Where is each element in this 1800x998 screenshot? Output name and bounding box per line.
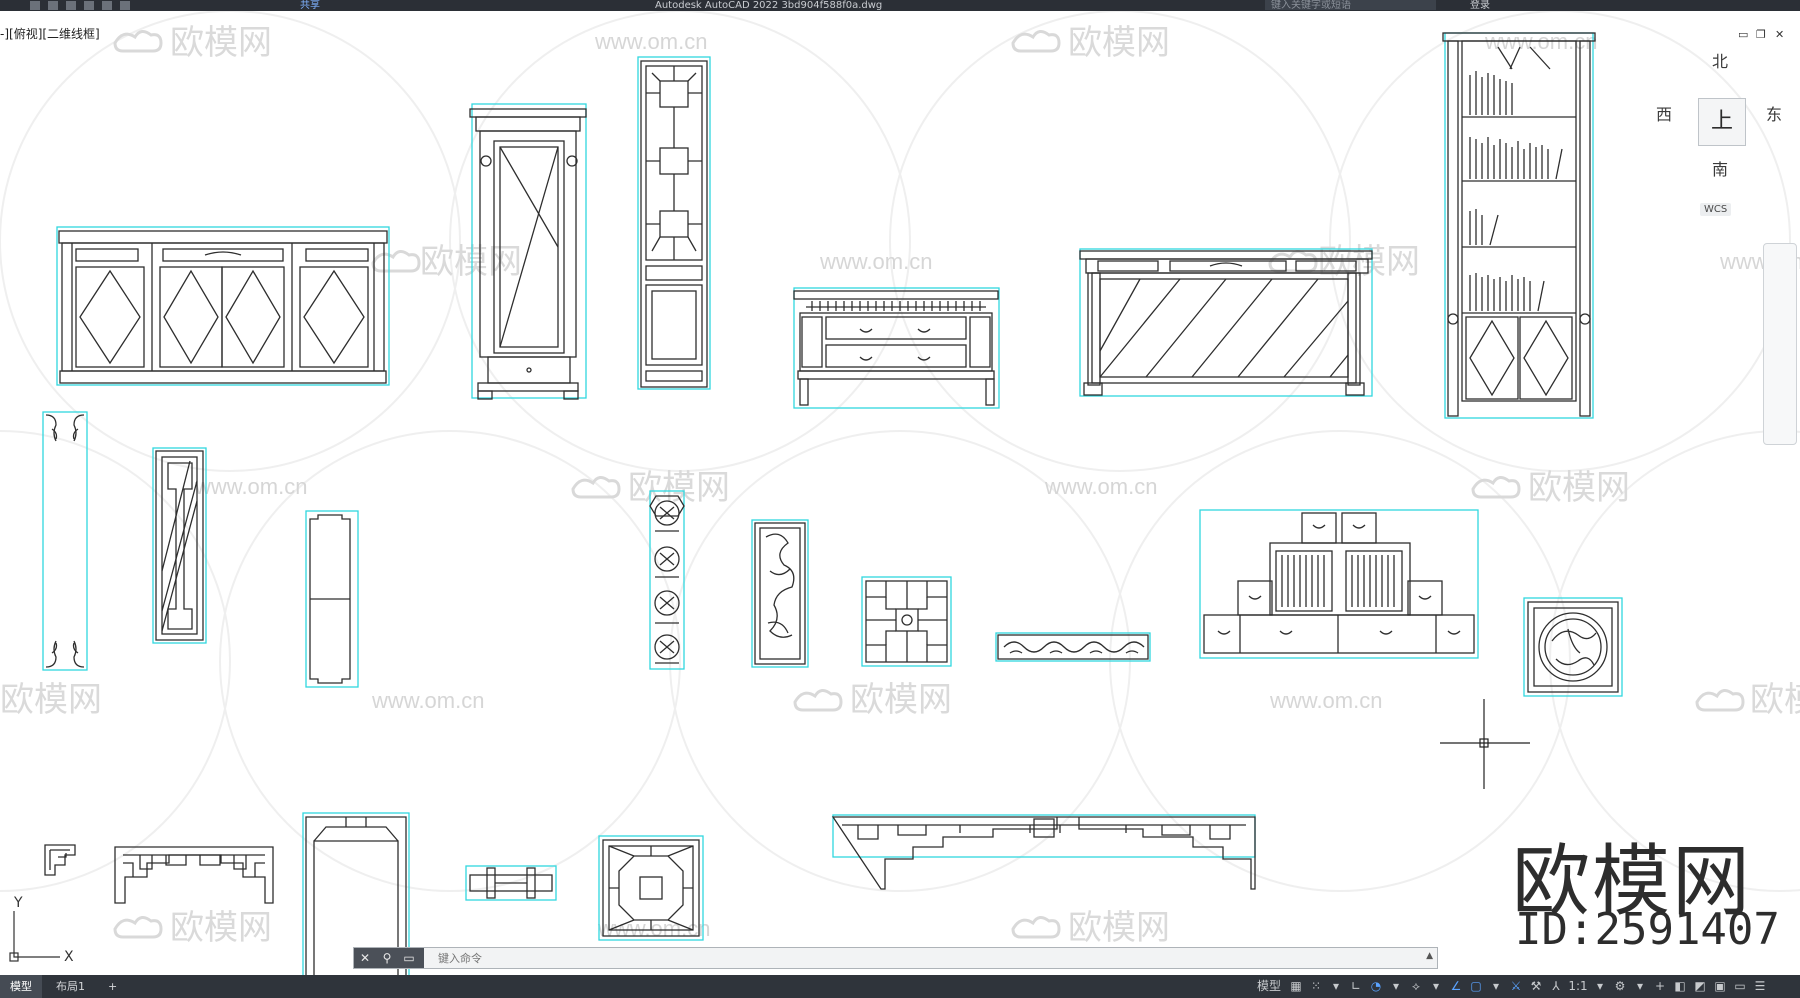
command-line[interactable]: ✕⚲▭ ▲ — [353, 947, 1438, 969]
menu-icon[interactable]: ☰ — [1750, 975, 1770, 998]
viewcube-top-face[interactable]: 上 — [1698, 98, 1746, 146]
viewcube-south[interactable]: 南 — [1712, 156, 1728, 180]
cad-narrow-panel[interactable] — [42, 411, 88, 671]
recent-commands-icon[interactable]: ▭ — [398, 948, 420, 968]
command-line-buttons: ✕ ⚲ ▭ — [354, 948, 424, 968]
model-space-toggle[interactable]: 模型 — [1252, 975, 1286, 998]
cad-lattice-apron[interactable] — [831, 814, 1256, 890]
cad-medallion-square[interactable] — [1523, 597, 1623, 697]
annotation-visibility-icon[interactable]: ⚔ — [1506, 975, 1526, 998]
watermark-brand: 欧模网 — [0, 681, 102, 719]
cad-sideboard[interactable] — [56, 226, 390, 386]
signin-button[interactable]: 登录 — [1470, 0, 1490, 11]
watermark-url: www.om.cn — [194, 474, 307, 499]
watermark-url: www.om.cn — [594, 29, 707, 54]
watermark-brand: 欧模网 — [628, 469, 730, 507]
watermark-brand: 欧模网 — [1750, 681, 1800, 719]
dropdown-icon[interactable]: ▾ — [1326, 975, 1346, 998]
watermark-brand: 欧模网 — [1068, 909, 1170, 947]
hardware-acceleration-icon[interactable]: ◩ — [1690, 975, 1710, 998]
plot-icon[interactable] — [102, 1, 112, 10]
title-bar: 共享 Autodesk AutoCAD 2022 3bd904f588f0a.d… — [0, 0, 1800, 11]
undo-icon[interactable] — [120, 1, 130, 10]
object-snap-tracking-icon[interactable]: ∠ — [1446, 975, 1466, 998]
close-icon[interactable]: ✕ — [354, 948, 376, 968]
save-icon[interactable] — [66, 1, 76, 10]
watermark-brand: 欧模网 — [170, 24, 272, 62]
cad-plain-panel[interactable] — [305, 510, 359, 688]
new-icon[interactable] — [30, 1, 40, 10]
viewport-controls[interactable]: -][俯视][二维线框] — [0, 25, 100, 42]
minimize-viewport-icon[interactable]: ▭ — [1738, 28, 1748, 41]
watermark-url: www.om.cn — [1269, 688, 1382, 713]
cad-desk[interactable] — [1079, 248, 1373, 397]
tab-model[interactable]: 模型 — [0, 975, 42, 998]
watermark-url: www.om.cn — [371, 688, 484, 713]
ucs-y-label: Y — [13, 895, 23, 911]
cad-bookcase[interactable] — [1442, 32, 1596, 419]
restore-viewport-icon[interactable]: ❐ — [1756, 28, 1766, 41]
annotation-scale-value[interactable]: 1:1 — [1566, 975, 1590, 998]
viewcube-north[interactable]: 北 — [1712, 48, 1728, 72]
customize-icon[interactable]: ⚲ — [376, 948, 398, 968]
share-button[interactable]: 共享 — [300, 0, 320, 11]
isometric-icon[interactable]: ⟡ — [1406, 975, 1426, 998]
isolate-objects-icon[interactable]: ◧ — [1670, 975, 1690, 998]
cad-lattice-square[interactable] — [861, 576, 952, 667]
drawing-canvas[interactable]: 欧模网 www.om.cn 欧模网 www.om.cn www.om.cn 欧模… — [0, 10, 1800, 989]
dropdown-icon[interactable]: ▾ — [1426, 975, 1446, 998]
snap-icon[interactable]: ⁙ — [1306, 975, 1326, 998]
cad-carved-panel[interactable] — [751, 519, 809, 668]
brand-id: ID:2591407 — [1515, 904, 1780, 955]
fullscreen-icon[interactable]: ▭ — [1730, 975, 1750, 998]
watermark-url: www.om.cn — [819, 249, 932, 274]
saveas-icon[interactable] — [84, 1, 94, 10]
polar-icon[interactable]: ◔ — [1366, 975, 1386, 998]
viewcube-east[interactable]: 东 — [1766, 101, 1782, 125]
window-title: Autodesk AutoCAD 2022 3bd904f588f0a.dwg — [655, 0, 883, 11]
cad-lattice-bracket[interactable] — [114, 846, 274, 904]
watermark-url: www.om.cn — [1044, 474, 1157, 499]
tab-layout1[interactable]: 布局1 — [46, 975, 95, 998]
wcs-menu[interactable]: WCS — [1700, 203, 1732, 216]
object-snap-icon[interactable]: ▢ — [1466, 975, 1486, 998]
command-input[interactable] — [438, 948, 1338, 968]
dropdown-icon[interactable]: ▾ — [1630, 975, 1650, 998]
quick-access-toolbar[interactable] — [30, 0, 130, 10]
cad-low-chest[interactable] — [793, 287, 1000, 409]
add-layout-button[interactable]: + — [98, 975, 127, 998]
watermark-brand: 欧模网 — [1068, 24, 1170, 62]
dropdown-icon[interactable]: ▾ — [1590, 975, 1610, 998]
grid-icon[interactable]: ▦ — [1286, 975, 1306, 998]
status-bar: 模型 布局1 + 模型 ▦ ⁙ ▾ ∟ ◔ ▾ ⟡ ▾ ∠ ▢ ▾ ⚔ ⚒ ⅄ … — [0, 975, 1800, 998]
dropdown-icon[interactable]: ▾ — [1386, 975, 1406, 998]
ortho-icon[interactable]: ∟ — [1346, 975, 1366, 998]
plus-icon[interactable]: + — [1650, 975, 1670, 998]
status-toggles: 模型 ▦ ⁙ ▾ ∟ ◔ ▾ ⟡ ▾ ∠ ▢ ▾ ⚔ ⚒ ⅄ 1:1 ▾ ⚙ ▾… — [1252, 975, 1770, 998]
watermark-brand: 欧模网 — [850, 681, 952, 719]
viewcube-west[interactable]: 西 — [1656, 101, 1672, 125]
watermark-brand: 欧模网 — [170, 909, 272, 947]
auto-scale-icon[interactable]: ⚒ — [1526, 975, 1546, 998]
open-icon[interactable] — [48, 1, 58, 10]
cad-carved-frieze[interactable] — [995, 632, 1151, 662]
cad-corner-bracket[interactable] — [44, 844, 76, 876]
cad-stepped-cabinet[interactable] — [1199, 509, 1479, 659]
cad-lattice-panel[interactable] — [637, 56, 711, 390]
ucs-x-label: X — [64, 949, 74, 965]
navigation-bar[interactable] — [1763, 243, 1797, 445]
close-viewport-icon[interactable]: ✕ — [1775, 28, 1784, 41]
ucs-icon: Y X — [9, 895, 74, 965]
annotation-scale-icon[interactable]: ⅄ — [1546, 975, 1566, 998]
watermark-brand: 欧模网 — [1528, 469, 1630, 507]
dropdown-icon[interactable]: ▾ — [1486, 975, 1506, 998]
clean-screen-icon[interactable]: ▣ — [1710, 975, 1730, 998]
search-field[interactable]: 键入关键字或短语 — [1265, 0, 1436, 11]
gear-icon[interactable]: ⚙ — [1610, 975, 1630, 998]
watermark-brand: 欧模网 — [420, 243, 522, 281]
crosshair-cursor — [1440, 699, 1530, 789]
command-history-up-icon[interactable]: ▲ — [1426, 951, 1433, 961]
